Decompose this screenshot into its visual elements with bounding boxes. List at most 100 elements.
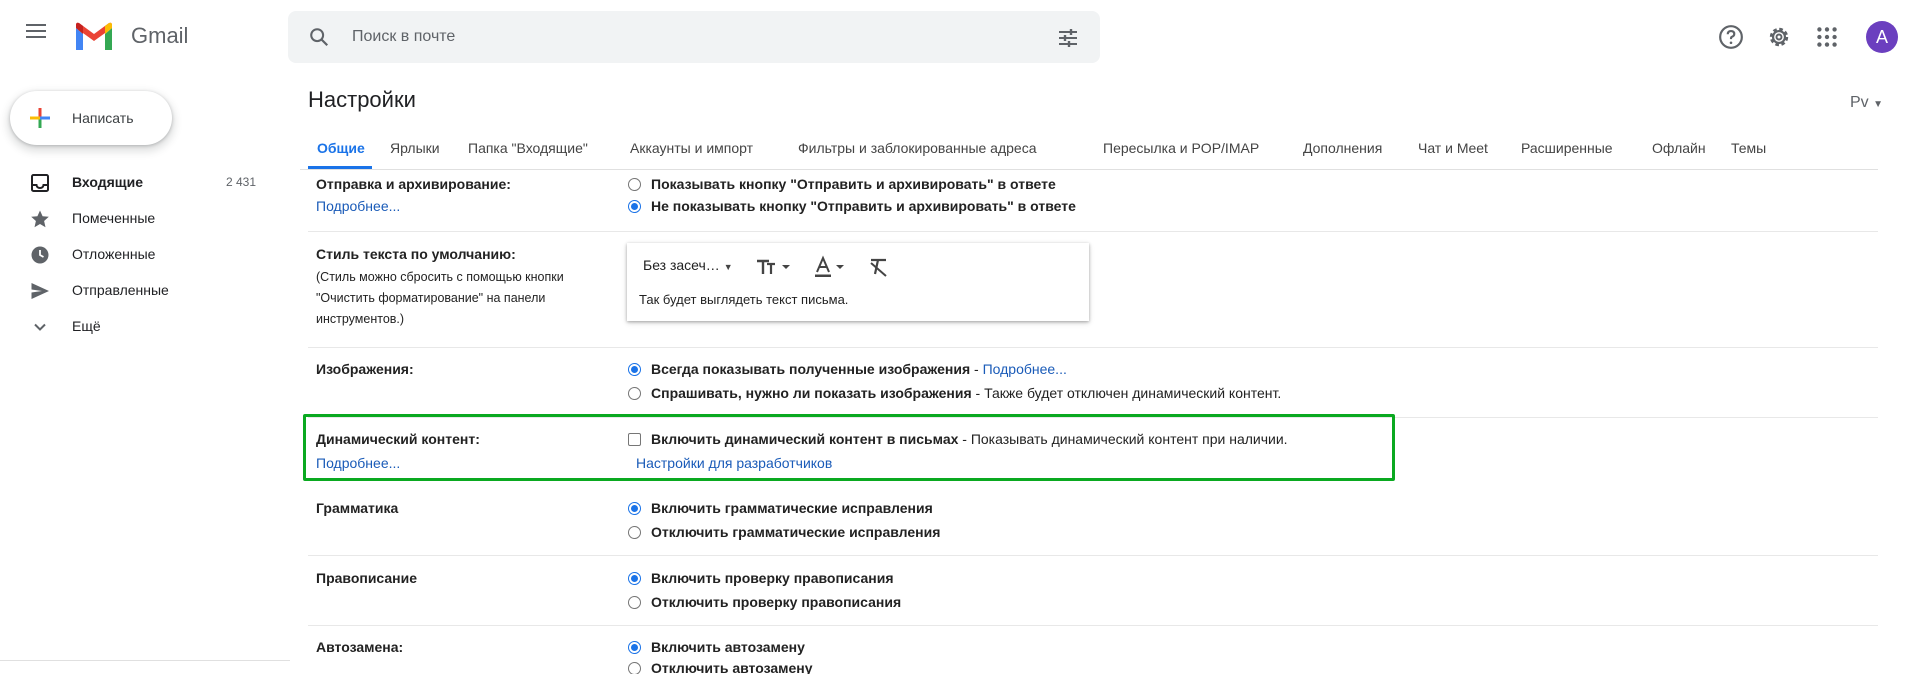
spelling-off-radio[interactable] bbox=[628, 595, 641, 609]
plus-icon bbox=[30, 108, 50, 128]
send-archive-hide-radio[interactable] bbox=[628, 199, 641, 213]
sidebar-item-label: Отложенные bbox=[72, 246, 156, 262]
compose-button[interactable]: Написать bbox=[10, 91, 172, 145]
sidebar-item-snoozed[interactable]: Отложенные bbox=[0, 238, 270, 270]
sidebar-divider bbox=[0, 660, 290, 661]
caret-down-icon: ▼ bbox=[1873, 99, 1884, 110]
autocorrect-on-radio[interactable] bbox=[628, 640, 641, 654]
font-family-value: Без засеч… bbox=[643, 257, 720, 273]
dynamic-content-option[interactable]: Включить динамический контент в письмах … bbox=[628, 431, 1288, 447]
option-description: - Показывать динамический контент при на… bbox=[958, 431, 1288, 447]
tab-offline[interactable]: Офлайн bbox=[1652, 140, 1706, 156]
text-style-label: Стиль текста по умолчанию: bbox=[316, 246, 516, 262]
option-label: Всегда показывать полученные изображения bbox=[651, 361, 971, 377]
spelling-off-option[interactable]: Отключить проверку правописания bbox=[628, 594, 901, 610]
font-family-select[interactable]: Без засеч… ▼ bbox=[643, 257, 733, 273]
option-label: Не показывать кнопку "Отправить и архиви… bbox=[651, 198, 1076, 214]
dynamic-content-checkbox[interactable] bbox=[628, 432, 641, 446]
tab-inbox[interactable]: Папка "Входящие" bbox=[468, 140, 588, 156]
autocorrect-on-option[interactable]: Включить автозамену bbox=[628, 639, 805, 655]
autocorrect-off-option[interactable]: Отключить автозамену bbox=[628, 660, 813, 674]
developer-settings-link[interactable]: Настройки для разработчиков bbox=[636, 455, 832, 471]
spelling-label: Правописание bbox=[316, 570, 418, 586]
tab-addons[interactable]: Дополнения bbox=[1303, 140, 1382, 156]
search-input[interactable] bbox=[352, 11, 1002, 63]
sidebar-item-sent[interactable]: Отправленные bbox=[0, 274, 270, 306]
option-description: - Также будет отключен динамический конт… bbox=[971, 385, 1282, 401]
app-name: Gmail bbox=[131, 23, 189, 48]
option-label: Включить проверку правописания bbox=[651, 570, 894, 586]
grammar-on-option[interactable]: Включить грамматические исправления bbox=[628, 500, 933, 516]
tab-forwarding[interactable]: Пересылка и POP/IMAP bbox=[1103, 140, 1259, 156]
option-label: Показывать кнопку "Отправить и архивиров… bbox=[651, 176, 1056, 192]
sidebar-item-label: Помеченные bbox=[72, 210, 156, 226]
clear-formatting-icon[interactable] bbox=[867, 255, 891, 279]
sidebar-item-inbox[interactable]: Входящие 2 431 bbox=[0, 166, 270, 198]
gear-icon[interactable] bbox=[1766, 24, 1792, 50]
highlight-box bbox=[303, 414, 1395, 481]
images-learn-more-link[interactable]: Подробнее... bbox=[983, 361, 1067, 377]
text-style-note: (Стиль можно сбросить с помощью кнопки "… bbox=[316, 267, 596, 330]
option-separator: - bbox=[970, 361, 983, 377]
sidebar-item-starred[interactable]: Помеченные bbox=[0, 202, 270, 234]
option-label: Отключить автозамену bbox=[651, 660, 813, 674]
send-archive-learn-more-link[interactable]: Подробнее... bbox=[316, 198, 400, 214]
text-style-editor: Без засеч… ▼ Так будет выглядеть текст п… bbox=[627, 243, 1089, 321]
chevron-down-icon bbox=[34, 323, 46, 331]
option-label: Включить грамматические исправления bbox=[651, 500, 933, 516]
font-size-icon[interactable] bbox=[755, 255, 795, 279]
grammar-on-radio[interactable] bbox=[628, 501, 641, 515]
text-style-note-line: инструментов.) bbox=[316, 312, 405, 326]
search-icon[interactable] bbox=[308, 26, 330, 48]
help-icon[interactable] bbox=[1718, 24, 1744, 50]
tab-advanced[interactable]: Расширенные bbox=[1521, 140, 1613, 156]
sidebar-item-label: Входящие bbox=[72, 174, 143, 190]
text-style-note-line: (Стиль можно сбросить с помощью кнопки bbox=[316, 270, 564, 284]
images-ask-radio[interactable] bbox=[628, 386, 641, 400]
images-ask-option[interactable]: Спрашивать, нужно ли показать изображени… bbox=[628, 385, 1281, 401]
sidebar-item-label: Отправленные bbox=[72, 282, 169, 298]
autocorrect-off-radio[interactable] bbox=[628, 661, 641, 674]
search-options-icon[interactable] bbox=[1056, 26, 1080, 50]
tab-labels[interactable]: Ярлыки bbox=[390, 140, 440, 156]
main-menu-icon[interactable] bbox=[24, 20, 48, 44]
sidebar-item-more[interactable]: Ещё bbox=[0, 310, 270, 342]
avatar[interactable]: A bbox=[1866, 21, 1898, 53]
tabs-divider bbox=[300, 169, 1878, 170]
search-bar bbox=[288, 11, 1100, 63]
tab-accounts[interactable]: Аккаунты и импорт bbox=[630, 140, 753, 156]
apps-grid-icon[interactable] bbox=[1814, 24, 1840, 50]
spelling-on-radio[interactable] bbox=[628, 571, 641, 585]
option-label: Спрашивать, нужно ли показать изображени… bbox=[651, 385, 972, 401]
spelling-on-option[interactable]: Включить проверку правописания bbox=[628, 570, 894, 586]
top-bar: Gmail A bbox=[0, 0, 1905, 64]
send-archive-label: Отправка и архивирование: bbox=[316, 176, 511, 192]
gmail-logo[interactable] bbox=[74, 22, 114, 52]
send-archive-show-option[interactable]: Показывать кнопку "Отправить и архивиров… bbox=[628, 176, 1056, 192]
text-color-icon[interactable] bbox=[813, 255, 853, 279]
option-label: Включить динамический контент в письмах bbox=[651, 431, 959, 447]
clock-icon bbox=[31, 246, 49, 264]
tab-general[interactable]: Общие bbox=[317, 140, 365, 156]
compose-label: Написать bbox=[72, 110, 134, 126]
images-always-radio[interactable] bbox=[628, 362, 641, 376]
tab-filters[interactable]: Фильтры и заблокированные адреса bbox=[798, 140, 1037, 156]
dynamic-content-learn-more-link[interactable]: Подробнее... bbox=[316, 455, 400, 471]
row-divider bbox=[308, 231, 1878, 232]
tab-themes[interactable]: Темы bbox=[1731, 140, 1766, 156]
send-archive-show-radio[interactable] bbox=[628, 177, 641, 191]
dynamic-content-label: Динамический контент: bbox=[316, 431, 480, 447]
row-divider bbox=[308, 555, 1878, 556]
input-tools-label: Рv bbox=[1850, 94, 1869, 111]
send-archive-hide-option[interactable]: Не показывать кнопку "Отправить и архиви… bbox=[628, 198, 1076, 214]
sidebar-item-label: Ещё bbox=[72, 318, 101, 334]
images-always-option[interactable]: Всегда показывать полученные изображения… bbox=[628, 361, 1067, 377]
images-label: Изображения: bbox=[316, 361, 414, 377]
grammar-off-option[interactable]: Отключить грамматические исправления bbox=[628, 524, 940, 540]
tab-chat-meet[interactable]: Чат и Meet bbox=[1418, 140, 1488, 156]
grammar-label: Грамматика bbox=[316, 500, 399, 516]
option-label: Отключить грамматические исправления bbox=[651, 524, 941, 540]
text-sample: Так будет выглядеть текст письма. bbox=[639, 292, 849, 307]
grammar-off-radio[interactable] bbox=[628, 525, 641, 539]
input-tools-toggle[interactable]: Рv ▼ bbox=[1850, 94, 1883, 112]
